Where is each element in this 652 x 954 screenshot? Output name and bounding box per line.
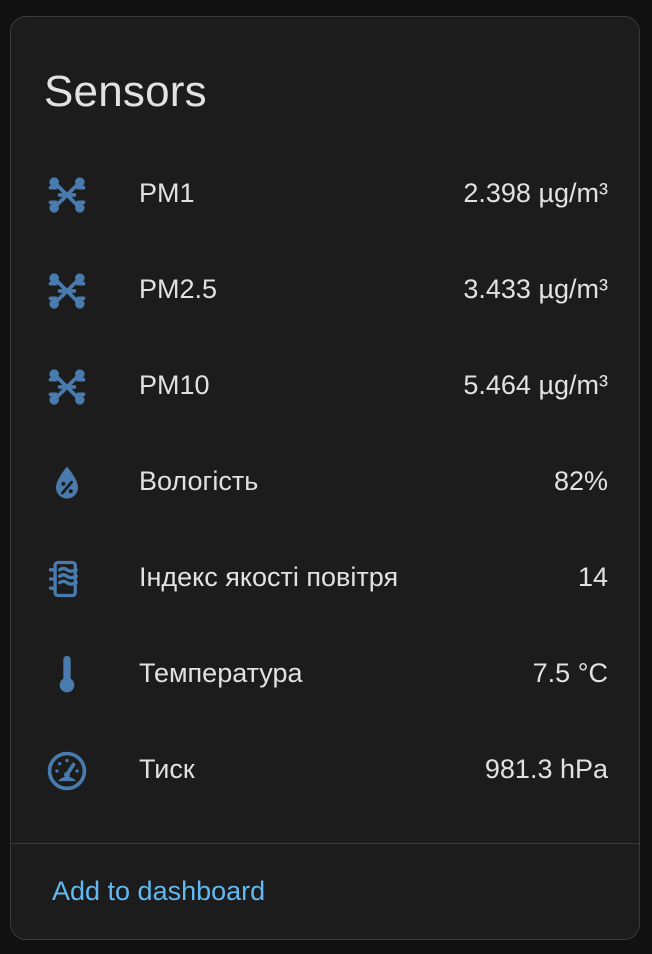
sensor-label: PM2.5 [139,274,218,304]
sensor-row-pressure[interactable]: Тиск 981.3 hPa [11,722,639,818]
water-percent-icon [45,461,89,505]
sensor-row-pm2-5[interactable]: PM2.5 3.433 µg/m³ [11,242,639,338]
sensor-label: PM1 [139,178,195,208]
molecule-icon [45,365,89,409]
air-filter-icon [45,557,89,601]
sensors-card: Sensors PM1 2.398 µg/m³ PM2.5 3.433 µg/m… [10,16,640,940]
card-title: Sensors [44,67,207,116]
card-divider [11,843,639,844]
sensor-label: PM10 [139,370,210,400]
sensor-value: 7.5 °C [532,658,608,688]
sensor-value: 2.398 µg/m³ [463,178,608,208]
molecule-icon [45,173,89,217]
molecule-icon [45,269,89,313]
sensor-label: Температура [139,658,303,688]
sensor-value: 14 [577,562,608,592]
sensor-row-temperature[interactable]: Температура 7.5 °C [11,626,639,722]
thermometer-icon [45,653,89,697]
sensor-row-pm10[interactable]: PM10 5.464 µg/m³ [11,338,639,434]
sensor-value: 82% [553,466,608,496]
gauge-icon [45,749,89,793]
sensor-row-pm1[interactable]: PM1 2.398 µg/m³ [11,146,639,242]
sensor-row-air-quality-index[interactable]: Індекс якості повітря 14 [11,530,639,626]
sensor-value: 5.464 µg/m³ [463,370,608,400]
sensor-label: Тиск [139,754,195,784]
add-to-dashboard-button[interactable]: Add to dashboard [52,876,265,907]
sensor-row-humidity[interactable]: Вологість 82% [11,434,639,530]
sensor-label: Індекс якості повітря [139,562,399,592]
sensor-value: 3.433 µg/m³ [463,274,608,304]
sensor-value: 981.3 hPa [484,754,608,784]
sensor-label: Вологість [139,466,259,496]
